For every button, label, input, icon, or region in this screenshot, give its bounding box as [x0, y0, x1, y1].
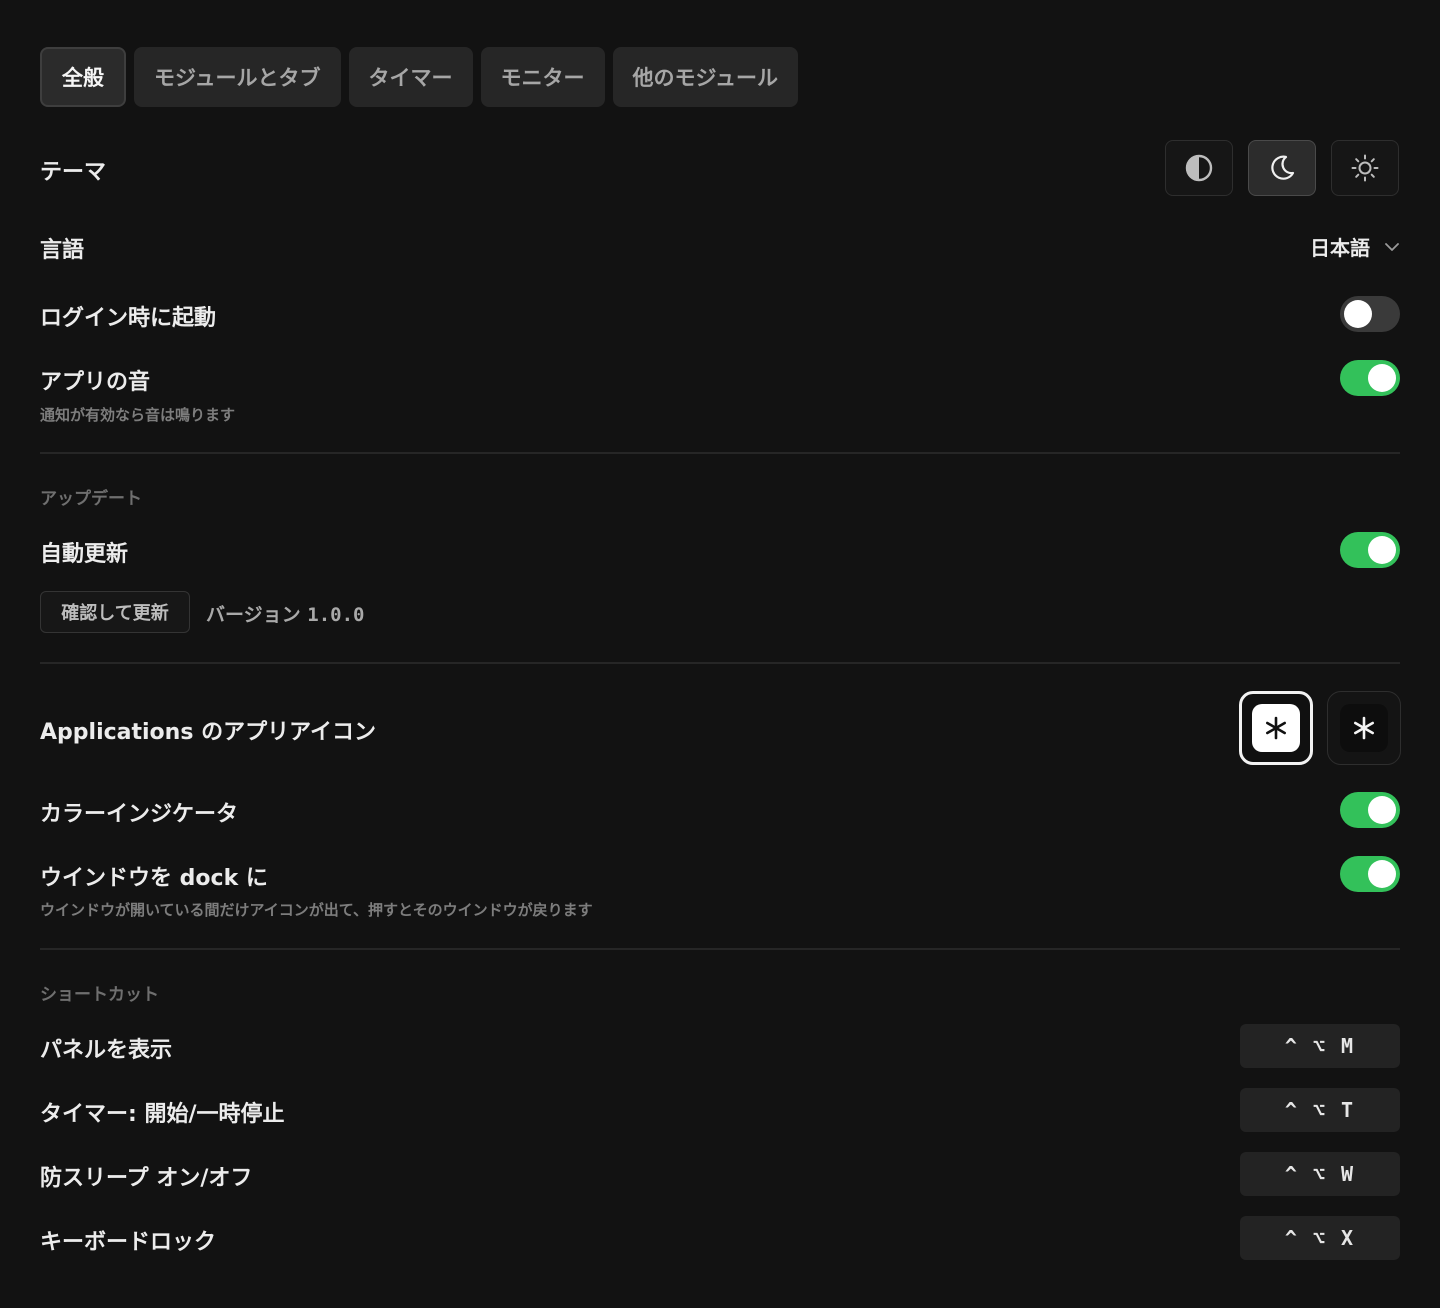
launch-at-login-toggle[interactable]	[1340, 296, 1400, 332]
shortcut-key-prevent-sleep[interactable]: ^ ⌥ W	[1240, 1152, 1400, 1196]
moon-icon	[1271, 155, 1295, 180]
shortcut-label-keyboard-lock: キーボードロック	[40, 1230, 217, 1255]
theme-dark-button[interactable]	[1248, 140, 1316, 196]
app-icon-light-preview	[1252, 704, 1300, 752]
app-sound-label: アプリの音	[40, 370, 151, 395]
language-label: 言語	[40, 238, 85, 263]
app-sound-toggle[interactable]	[1340, 360, 1400, 396]
shortcut-key-keyboard-lock[interactable]: ^ ⌥ X	[1240, 1216, 1400, 1260]
app-icon-dark-preview	[1340, 704, 1388, 752]
toggle-knob	[1368, 860, 1396, 888]
divider	[40, 948, 1400, 950]
language-value: 日本語	[1310, 236, 1370, 260]
shortcut-label-prevent-sleep: 防スリープ オン/オフ	[40, 1166, 253, 1191]
window-to-dock-label: ウインドウを dock に	[40, 866, 268, 891]
version-info: バージョン 1.0.0	[206, 600, 364, 627]
divider	[40, 452, 1400, 454]
language-select[interactable]: 日本語	[1310, 232, 1400, 261]
contrast-icon	[1185, 154, 1213, 182]
shortcut-label-timer-toggle: タイマー: 開始/一時停止	[40, 1102, 285, 1127]
toggle-knob	[1368, 364, 1396, 392]
app-icon-dark-option[interactable]	[1327, 691, 1401, 765]
app-sound-description: 通知が有効なら音は鳴ります	[40, 406, 236, 424]
tab-monitor[interactable]: モニター	[480, 47, 605, 107]
app-icon-label: Applications のアプリアイコン	[40, 720, 376, 745]
tab-timer[interactable]: タイマー	[348, 47, 473, 107]
window-to-dock-toggle[interactable]	[1340, 856, 1400, 892]
sun-icon	[1351, 154, 1379, 182]
updates-section-title: アップデート	[40, 489, 142, 509]
asterisk-icon	[1354, 716, 1375, 740]
color-indicator-label: カラーインジケータ	[40, 802, 239, 827]
check-update-button[interactable]: 確認して更新	[40, 591, 190, 633]
toggle-knob	[1344, 300, 1372, 328]
shortcut-key-timer-toggle[interactable]: ^ ⌥ T	[1240, 1088, 1400, 1132]
theme-light-button[interactable]	[1331, 140, 1399, 196]
color-indicator-toggle[interactable]	[1340, 792, 1400, 828]
shortcut-key-show-panel[interactable]: ^ ⌥ M	[1240, 1024, 1400, 1068]
chevron-down-icon	[1385, 242, 1399, 251]
shortcut-label-show-panel: パネルを表示	[40, 1038, 173, 1063]
toggle-knob	[1368, 536, 1396, 564]
tab-modules-and-tabs[interactable]: モジュールとタブ	[134, 47, 341, 107]
shortcuts-section-title: ショートカット	[40, 985, 159, 1005]
divider	[40, 662, 1400, 664]
app-icon-light-option[interactable]	[1239, 691, 1313, 765]
theme-label: テーマ	[40, 160, 107, 185]
toggle-knob	[1368, 796, 1396, 824]
tab-bar: 全般 モジュールとタブ タイマー モニター 他のモジュール	[40, 47, 799, 107]
auto-update-toggle[interactable]	[1340, 532, 1400, 568]
asterisk-icon	[1266, 716, 1287, 740]
version-label: バージョン	[206, 604, 301, 626]
auto-update-label: 自動更新	[40, 542, 129, 567]
tab-other-modules[interactable]: 他のモジュール	[612, 47, 799, 107]
launch-at-login-label: ログイン時に起動	[40, 306, 217, 331]
window-to-dock-description: ウインドウが開いている間だけアイコンが出て、押すとそのウインドウが戻ります	[40, 901, 593, 919]
version-number: 1.0.0	[307, 604, 365, 626]
settings-page: 全般 モジュールとタブ タイマー モニター 他のモジュール テーマ 言語 日本語…	[40, 0, 1401, 1308]
tab-general[interactable]: 全般	[40, 47, 126, 107]
theme-auto-button[interactable]	[1165, 140, 1233, 196]
